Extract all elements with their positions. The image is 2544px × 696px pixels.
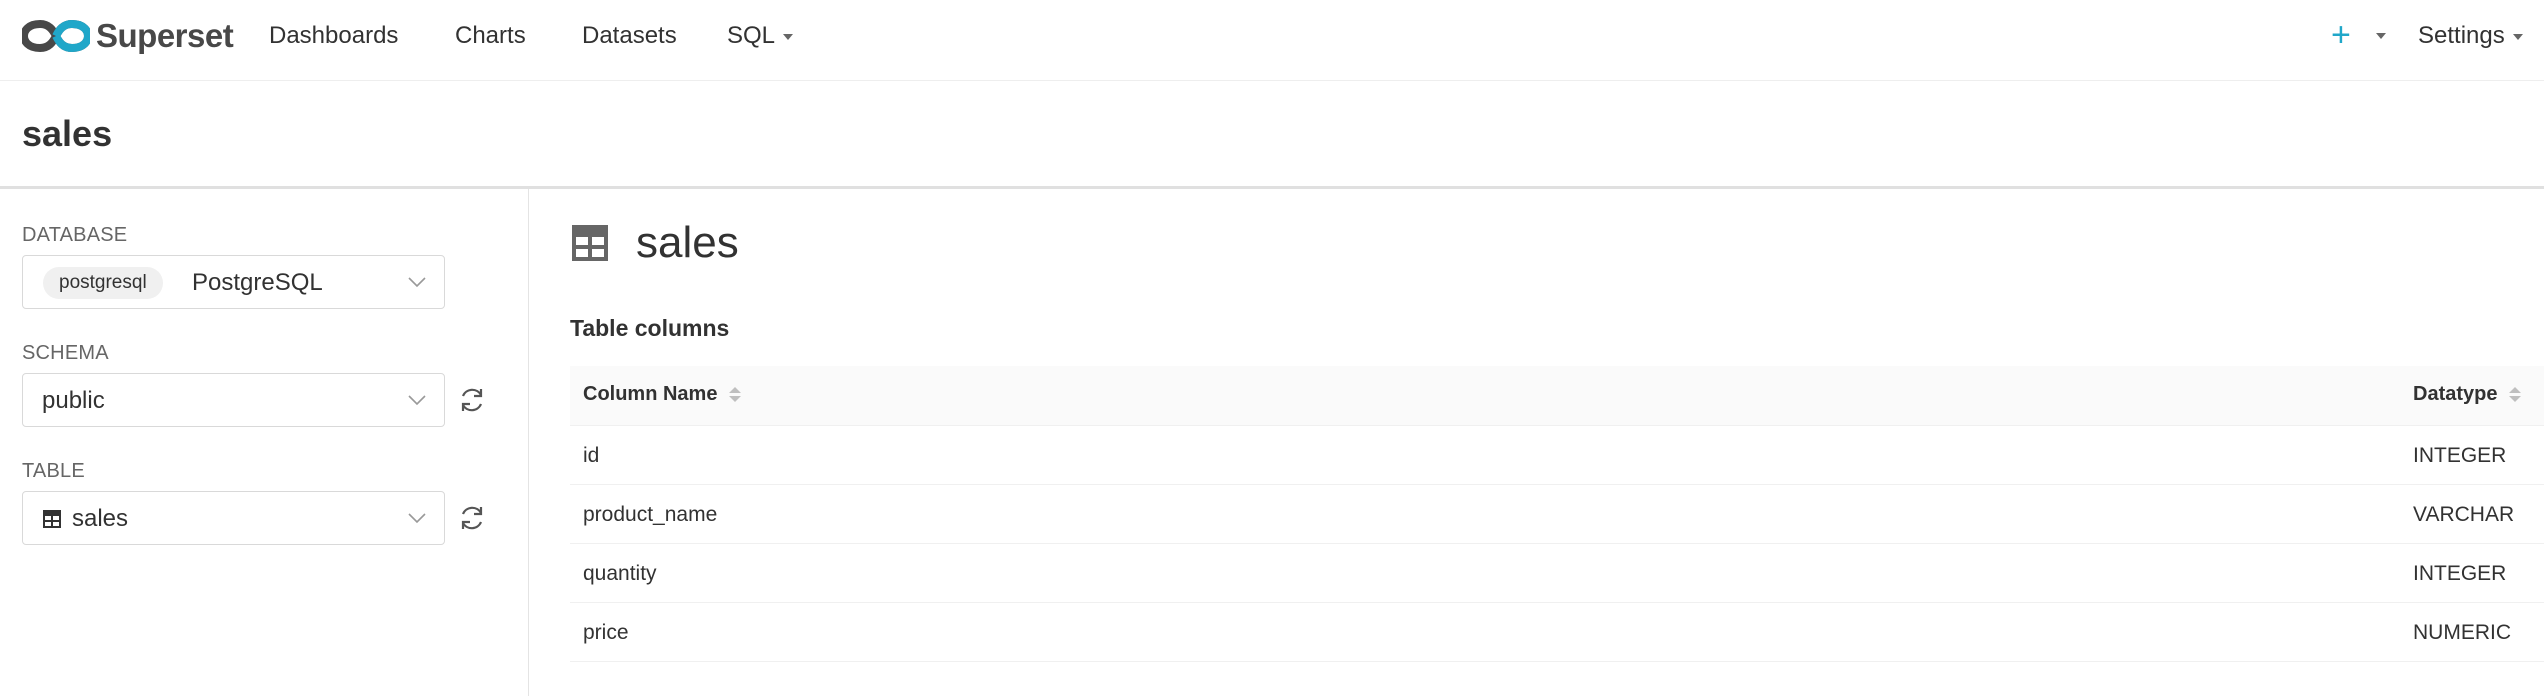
database-select-value: PostgreSQL bbox=[192, 269, 323, 296]
column-name-cell: quantity bbox=[583, 562, 657, 585]
chevron-down-icon bbox=[2512, 33, 2523, 40]
brand-name: Superset bbox=[96, 17, 234, 54]
table-row: price NUMERIC bbox=[570, 603, 2544, 662]
settings-menu[interactable]: Settings bbox=[2418, 20, 2523, 52]
table-icon bbox=[572, 225, 608, 261]
schema-select-value: public bbox=[42, 387, 105, 414]
chevron-down-icon bbox=[408, 513, 426, 524]
table-columns-heading: Table columns bbox=[570, 315, 730, 341]
superset-logo[interactable]: Superset bbox=[22, 14, 234, 58]
datatype-cell: INTEGER bbox=[2413, 562, 2507, 585]
column-name-cell: id bbox=[583, 444, 600, 467]
page-title: sales bbox=[22, 113, 113, 154]
datatype-header[interactable]: Datatype bbox=[2413, 383, 2522, 406]
columns-table: Column Name Datatype id INTEGER product_… bbox=[570, 366, 2544, 662]
column-name-cell: price bbox=[583, 621, 629, 644]
column-name-cell: product_name bbox=[583, 503, 718, 526]
table-selector-sidebar: DATABASE postgresql PostgreSQL SCHEMA pu… bbox=[0, 189, 529, 696]
dataset-preview-panel: sales Table columns Column Name Datatype… bbox=[530, 189, 2544, 696]
superset-infinity-icon bbox=[22, 19, 90, 53]
settings-label: Settings bbox=[2418, 22, 2505, 49]
sort-icon bbox=[729, 387, 742, 402]
table-select[interactable]: sales bbox=[22, 491, 445, 545]
refresh-table-icon[interactable] bbox=[458, 504, 486, 532]
database-select[interactable]: postgresql PostgreSQL bbox=[22, 255, 445, 309]
add-new-button[interactable]: + bbox=[2331, 16, 2351, 54]
datatype-cell: INTEGER bbox=[2413, 444, 2507, 467]
dataset-title: sales bbox=[636, 218, 739, 267]
chevron-down-icon bbox=[408, 395, 426, 406]
nav-sql-menu[interactable]: SQL bbox=[727, 20, 794, 52]
table-icon bbox=[43, 510, 61, 528]
datatype-cell: NUMERIC bbox=[2413, 621, 2511, 644]
datatype-header-label: Datatype bbox=[2413, 383, 2498, 405]
schema-label: SCHEMA bbox=[22, 342, 109, 364]
table-row: quantity INTEGER bbox=[570, 544, 2544, 603]
nav-datasets[interactable]: Datasets bbox=[582, 20, 677, 52]
chevron-down-icon bbox=[408, 277, 426, 288]
table-header: Column Name Datatype bbox=[570, 366, 2544, 426]
table-row: product_name VARCHAR bbox=[570, 485, 2544, 544]
chevron-down-icon bbox=[783, 33, 794, 40]
top-navbar: Superset Dashboards Charts Datasets SQL … bbox=[0, 0, 2544, 81]
schema-select[interactable]: public bbox=[22, 373, 445, 427]
datatype-cell: VARCHAR bbox=[2413, 503, 2515, 526]
column-name-header[interactable]: Column Name bbox=[583, 383, 742, 406]
table-row: id INTEGER bbox=[570, 426, 2544, 485]
page-header: sales bbox=[0, 81, 2544, 189]
nav-sql-label: SQL bbox=[727, 22, 776, 49]
table-label: TABLE bbox=[22, 460, 85, 482]
database-label: DATABASE bbox=[22, 224, 128, 246]
database-backend-tag: postgresql bbox=[43, 267, 163, 299]
refresh-schema-icon[interactable] bbox=[458, 386, 486, 414]
sort-icon bbox=[2509, 387, 2522, 402]
nav-charts[interactable]: Charts bbox=[455, 20, 526, 52]
chevron-down-icon bbox=[2376, 33, 2386, 39]
column-name-header-label: Column Name bbox=[583, 383, 718, 405]
nav-dashboards[interactable]: Dashboards bbox=[269, 20, 398, 52]
table-select-value: sales bbox=[72, 505, 129, 532]
